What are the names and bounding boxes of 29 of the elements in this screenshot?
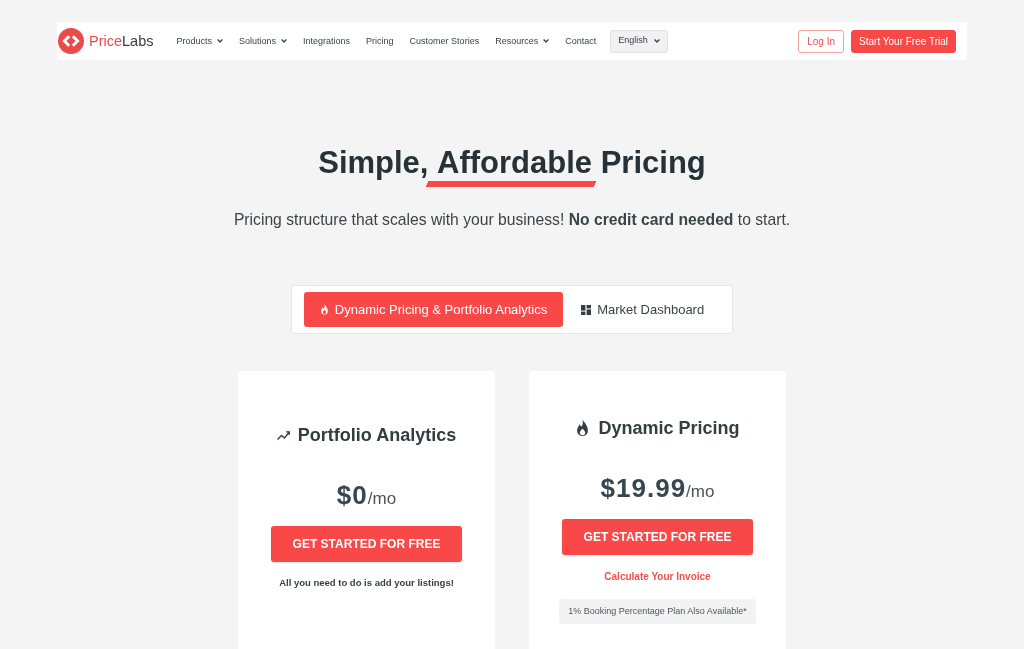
plan-info-badge: 1% Booking Percentage Plan Also Available* [559, 599, 756, 624]
caret-down-icon [281, 39, 288, 43]
page-subtitle: Pricing structure that scales with your business! No credit card needed to start. [233, 210, 791, 230]
plan-price: $19.99 [600, 472, 687, 504]
nav-link[interactable]: Solutions [239, 35, 288, 47]
flame-icon [319, 304, 329, 315]
plan-note: All you need to do is add your listings! [279, 577, 454, 589]
plan-price: $0 [336, 479, 368, 511]
brand-name: PriceLabs [89, 32, 154, 51]
language-select[interactable]: English [610, 29, 668, 53]
nav-link[interactable]: Integrations [303, 35, 351, 47]
plan-title: Dynamic Pricing [598, 417, 740, 440]
page-heading: Simple, Affordable Pricing [318, 146, 706, 187]
flame-icon [575, 419, 591, 437]
trend-arrow-icon [276, 430, 290, 440]
price-period: /mo [686, 482, 715, 503]
nav-link[interactable]: Pricing [366, 35, 394, 47]
caret-down-icon [543, 39, 550, 43]
calculate-invoice-link[interactable]: Calculate Your Invoice [604, 570, 711, 584]
caret-down-icon [653, 39, 660, 43]
grid-icon [581, 304, 592, 315]
caret-down-icon [217, 39, 224, 43]
nav-link[interactable]: Customer Stories [409, 35, 480, 47]
nav-link[interactable]: Products [176, 35, 224, 47]
plan-title: Portfolio Analytics [297, 424, 457, 447]
log-in-button[interactable]: Log In [798, 29, 845, 53]
price-period: /mo [367, 489, 397, 510]
nav-link[interactable]: Resources [495, 35, 550, 47]
nav-link[interactable]: Contact [565, 35, 597, 47]
